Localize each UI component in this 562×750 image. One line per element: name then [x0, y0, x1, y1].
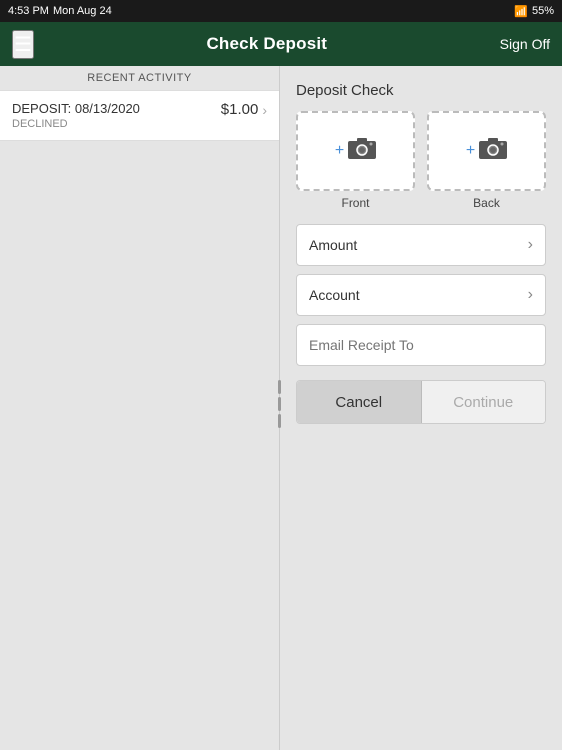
nav-bar: ☰ Check Deposit Sign Off	[0, 22, 562, 66]
status-bar: 4:53 PM Mon Aug 24 📶 55%	[0, 0, 562, 22]
left-panel: RECENT ACTIVITY DEPOSIT: 08/13/2020 DECL…	[0, 66, 280, 750]
deposit-list-item[interactable]: DEPOSIT: 08/13/2020 DECLINED $1.00 ›	[0, 90, 279, 141]
status-indicators: 📶 55%	[514, 5, 554, 18]
sign-off-button[interactable]: Sign Off	[500, 36, 550, 52]
deposit-info: DEPOSIT: 08/13/2020 DECLINED	[12, 101, 140, 130]
front-plus-icon: +	[335, 142, 344, 160]
deposit-status: DECLINED	[12, 118, 140, 130]
scroll-line-3	[278, 414, 281, 428]
deposit-amount-area: $1.00 ›	[221, 101, 267, 118]
status-time: 4:53 PM	[8, 5, 49, 17]
deposit-amount: $1.00	[221, 101, 259, 118]
deposit-check-title: Deposit Check	[296, 82, 546, 99]
back-camera-icon	[479, 136, 507, 167]
deposit-date-label: DEPOSIT: 08/13/2020	[12, 101, 140, 116]
back-photo-box: + Back	[427, 111, 546, 210]
front-photo-capture[interactable]: +	[296, 111, 415, 191]
amount-label: Amount	[309, 237, 357, 253]
front-photo-box: + Front	[296, 111, 415, 210]
deposit-chevron-icon: ›	[262, 102, 267, 118]
account-chevron-icon: ›	[528, 286, 533, 304]
main-layout: RECENT ACTIVITY DEPOSIT: 08/13/2020 DECL…	[0, 66, 562, 750]
cancel-button[interactable]: Cancel	[297, 381, 422, 423]
status-time-area: 4:53 PM Mon Aug 24	[8, 5, 112, 17]
account-field[interactable]: Account ›	[296, 274, 546, 316]
back-photo-capture[interactable]: +	[427, 111, 546, 191]
email-receipt-input[interactable]	[296, 324, 546, 366]
status-day: Mon Aug 24	[53, 5, 112, 17]
recent-activity-header: RECENT ACTIVITY	[0, 66, 279, 90]
amount-chevron-icon: ›	[528, 236, 533, 254]
front-camera-icon	[348, 136, 376, 167]
back-plus-icon: +	[466, 142, 475, 160]
continue-button[interactable]: Continue	[422, 381, 546, 423]
page-title: Check Deposit	[206, 34, 327, 54]
scroll-indicator	[277, 380, 281, 440]
photo-row: + Front +	[296, 111, 546, 210]
right-panel: Deposit Check + Front	[280, 66, 562, 750]
battery-level: 55%	[532, 5, 554, 17]
scroll-line-2	[278, 397, 281, 411]
amount-field[interactable]: Amount ›	[296, 224, 546, 266]
scroll-line-1	[278, 380, 281, 394]
front-photo-label: Front	[341, 196, 369, 210]
back-photo-label: Back	[473, 196, 500, 210]
account-label: Account	[309, 287, 360, 303]
button-row: Cancel Continue	[296, 380, 546, 424]
wifi-icon: 📶	[514, 5, 528, 18]
menu-button[interactable]: ☰	[12, 30, 34, 59]
